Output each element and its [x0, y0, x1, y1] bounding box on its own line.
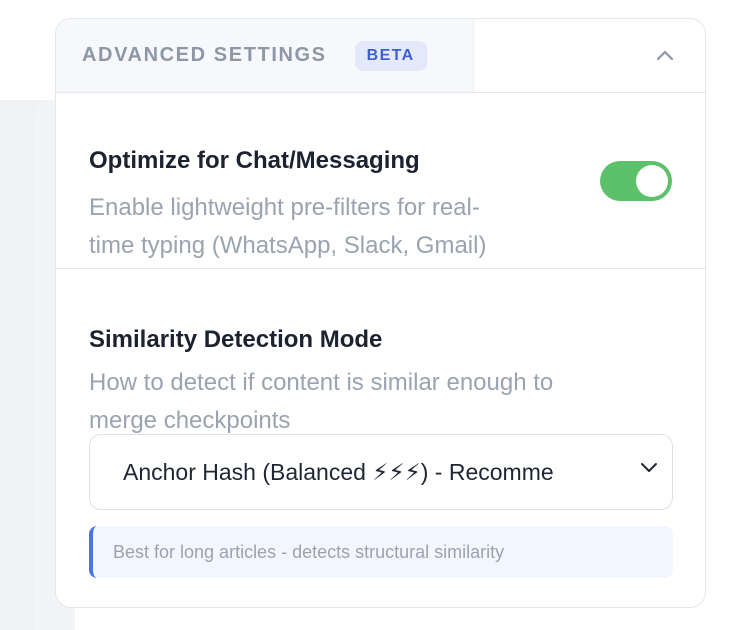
mode-hint-text: Best for long articles - detects structu… [113, 541, 505, 562]
toggle-knob [636, 165, 668, 197]
selected-mode-value: Anchor Hash (Balanced ⚡⚡⚡) - Recomme [123, 458, 554, 485]
advanced-settings-panel: ADVANCED SETTINGS BETA Optimize for Chat… [55, 18, 706, 608]
chevron-down-icon [641, 463, 657, 472]
chat-optimization-toggle[interactable] [600, 161, 672, 201]
chevron-up-icon [656, 50, 674, 61]
beta-badge: BETA [354, 40, 427, 71]
header-title: ADVANCED SETTINGS [82, 44, 327, 66]
chat-optimization-section: Optimize for Chat/Messaging Enable light… [56, 93, 705, 269]
chat-option-description-line2: time typing (WhatsApp, Slack, Gmail) [89, 232, 487, 259]
similarity-detection-section: Similarity Detection Mode How to detect … [56, 270, 705, 607]
chat-option-description-line1: Enable lightweight pre-filters for real- [89, 194, 480, 221]
similarity-description-line1: How to detect if content is similar enou… [89, 369, 554, 396]
mode-hint: Best for long articles - detects structu… [89, 526, 673, 578]
panel-header[interactable]: ADVANCED SETTINGS BETA [56, 19, 705, 93]
similarity-mode-select[interactable]: Anchor Hash (Balanced ⚡⚡⚡) - Recomme [89, 434, 673, 510]
similarity-title: Similarity Detection Mode [89, 326, 383, 353]
chat-option-title: Optimize for Chat/Messaging [89, 147, 420, 174]
collapse-button[interactable] [651, 41, 679, 69]
